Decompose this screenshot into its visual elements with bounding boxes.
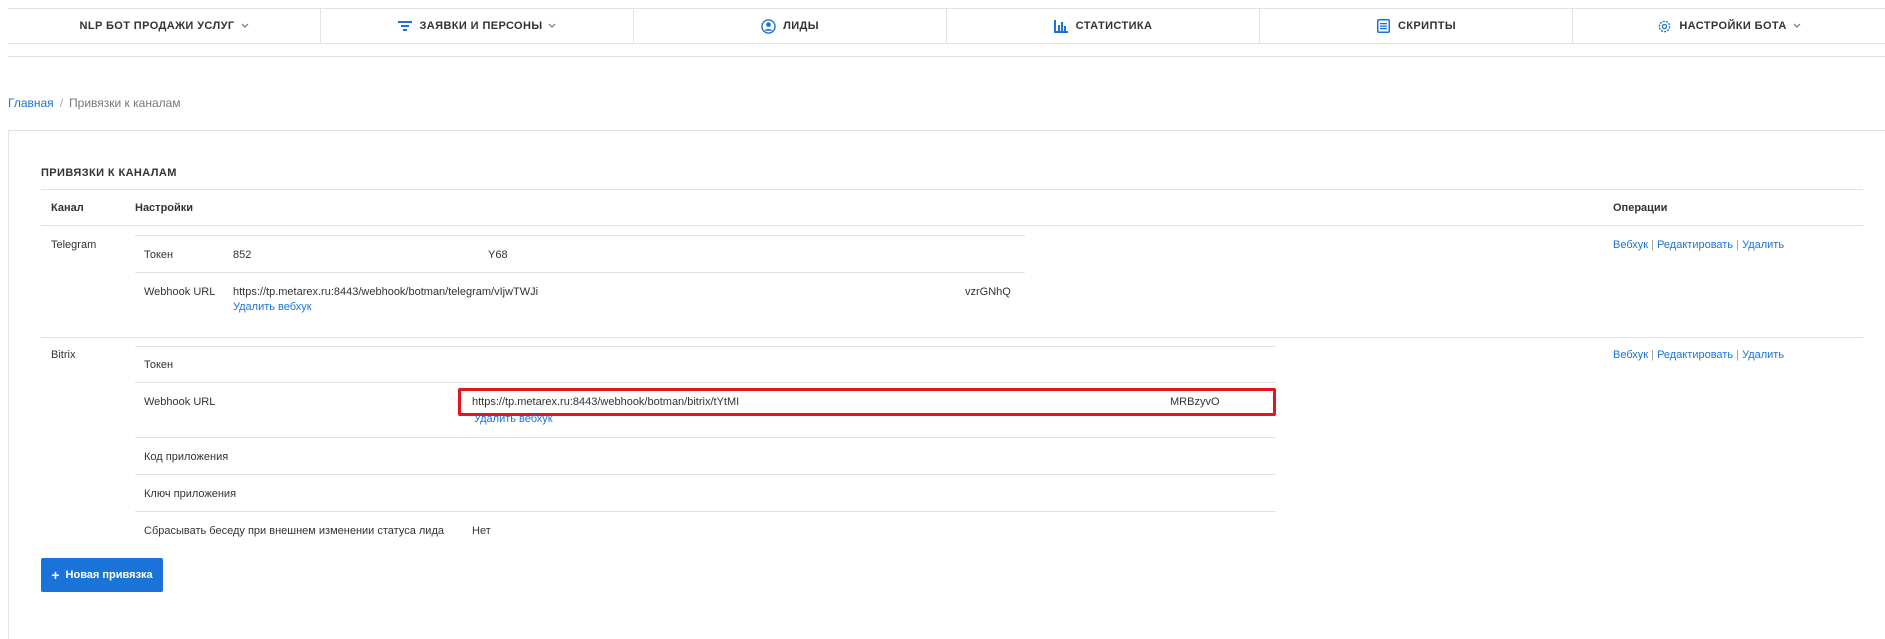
nav-item-label: NLP БОТ ПРОДАЖИ УСЛУГ — [79, 20, 235, 32]
telegram-webhook-value-end: vzrGNhQ — [965, 286, 1011, 298]
telegram-token-label: Токен — [144, 249, 174, 261]
bitrix-delete-webhook-link[interactable]: Удалить вебхук — [474, 413, 553, 425]
breadcrumb-current: Привязки к каналам — [69, 96, 181, 110]
bitrix-reset-label: Сбрасывать беседу при внешнем изменении … — [144, 525, 444, 537]
divider — [135, 511, 1276, 512]
ops-separator: | — [1736, 349, 1739, 361]
breadcrumb-home-link[interactable]: Главная — [8, 96, 54, 110]
filter-icon — [398, 19, 413, 34]
telegram-delete-webhook-link[interactable]: Удалить вебхук — [233, 301, 312, 313]
bitrix-operations: Вебхук | Редактировать | Удалить — [1613, 349, 1784, 361]
nav-item-label: ЗАЯВКИ И ПЕРСОНЫ — [419, 20, 543, 32]
telegram-delete-link[interactable]: Удалить — [1742, 239, 1784, 251]
bar-chart-icon — [1054, 19, 1069, 34]
chevron-down-icon — [241, 20, 249, 32]
chevron-down-icon — [1793, 20, 1801, 32]
telegram-edit-link[interactable]: Редактировать — [1657, 239, 1733, 251]
nav-item-scripts[interactable]: СКРИПТЫ — [1260, 9, 1573, 43]
divider — [135, 437, 1276, 438]
webhook-url-highlight — [458, 388, 1276, 416]
channel-bindings-card: ПРИВЯЗКИ К КАНАЛАМ Канал Настройки Опера… — [8, 130, 1885, 639]
column-header-settings: Настройки — [135, 202, 194, 214]
plus-icon: + — [51, 567, 60, 583]
nav-item-label: СКРИПТЫ — [1397, 20, 1457, 32]
telegram-webhook-value-start: https://tp.metarex.ru:8443/webhook/botma… — [233, 286, 539, 298]
bitrix-app-key-label: Ключ приложения — [144, 488, 237, 500]
breadcrumb-separator: / — [59, 96, 64, 110]
nav-item-requests[interactable]: ЗАЯВКИ И ПЕРСОНЫ — [321, 9, 634, 43]
document-list-icon — [1376, 19, 1391, 34]
column-header-operations: Операции — [1613, 202, 1668, 214]
nav-item-label: СТАТИСТИКА — [1075, 20, 1153, 32]
ops-separator: | — [1736, 239, 1739, 251]
channel-name-bitrix: Bitrix — [51, 349, 76, 361]
column-header-channel: Канал — [51, 202, 84, 214]
divider — [41, 337, 1863, 338]
telegram-webhook-label: Webhook URL — [144, 286, 216, 298]
new-binding-button[interactable]: + Новая привязка — [41, 558, 163, 592]
divider — [41, 189, 1863, 190]
divider — [135, 382, 1276, 383]
channel-name-telegram: Telegram — [51, 239, 97, 251]
breadcrumb: Главная / Привязки к каналам — [8, 96, 181, 110]
user-circle-icon — [761, 18, 776, 34]
divider — [135, 272, 1025, 273]
gear-icon — [1657, 19, 1672, 34]
page-title: ПРИВЯЗКИ К КАНАЛАМ — [41, 167, 177, 179]
nav-item-statistics[interactable]: СТАТИСТИКА — [947, 9, 1260, 43]
bitrix-webhook-link[interactable]: Вебхук — [1613, 349, 1648, 361]
new-binding-label: Новая привязка — [65, 569, 153, 581]
bitrix-webhook-label: Webhook URL — [144, 396, 216, 408]
bitrix-reset-value: Нет — [472, 525, 491, 537]
divider — [41, 225, 1863, 226]
telegram-token-value-end: Y68 — [488, 249, 508, 261]
nav-divider — [8, 56, 1885, 57]
bitrix-delete-link[interactable]: Удалить — [1742, 349, 1784, 361]
ops-separator: | — [1651, 349, 1655, 361]
ops-separator: | — [1651, 239, 1655, 251]
nav-item-bot-settings[interactable]: НАСТРОЙКИ БОТА — [1573, 9, 1885, 43]
telegram-operations: Вебхук | Редактировать | Удалить — [1613, 239, 1784, 251]
telegram-token-value-start: 852 — [233, 249, 252, 261]
nav-item-label: НАСТРОЙКИ БОТА — [1679, 20, 1787, 32]
telegram-webhook-link[interactable]: Вебхук — [1613, 239, 1648, 251]
divider — [135, 346, 1276, 347]
nav-item-nlp-bot[interactable]: NLP БОТ ПРОДАЖИ УСЛУГ — [8, 9, 321, 43]
divider — [135, 474, 1276, 475]
bitrix-app-code-label: Код приложения — [144, 451, 229, 463]
divider — [135, 235, 1025, 236]
bitrix-edit-link[interactable]: Редактировать — [1657, 349, 1733, 361]
top-navigation: NLP БОТ ПРОДАЖИ УСЛУГ ЗАЯВКИ И ПЕРСОНЫ Л… — [8, 8, 1885, 44]
chevron-down-icon — [548, 20, 556, 32]
nav-item-label: ЛИДЫ — [783, 20, 819, 32]
bitrix-token-label: Токен — [144, 359, 174, 371]
nav-item-leads[interactable]: ЛИДЫ — [634, 9, 947, 43]
